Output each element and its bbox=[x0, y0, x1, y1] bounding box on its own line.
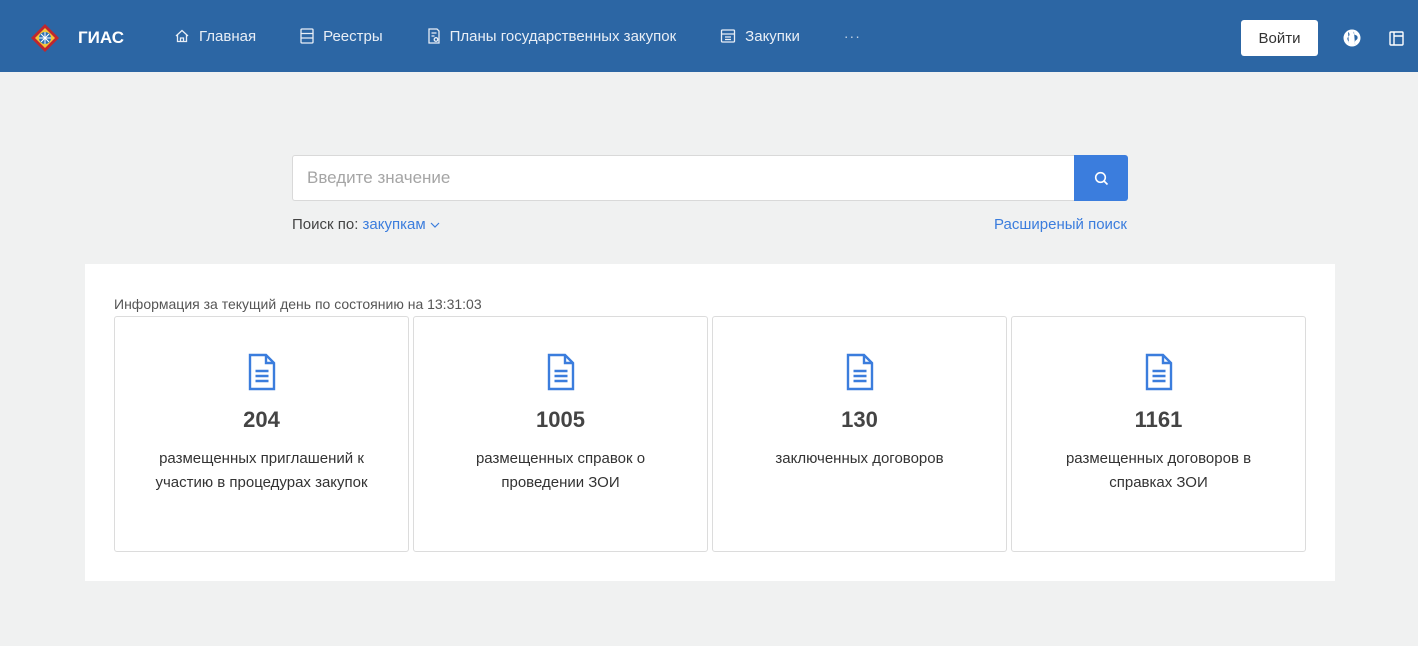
sidebar-toggle-icon[interactable] bbox=[1389, 31, 1404, 46]
search-by-label: Поиск по: bbox=[292, 216, 359, 233]
stat-count: 1161 bbox=[1134, 407, 1183, 432]
stat-count: 1005 bbox=[536, 407, 585, 432]
search-by-value: закупкам bbox=[362, 216, 426, 233]
nav-item-label: Главная bbox=[199, 27, 257, 45]
info-caption: Информация за текущий день по состоянию … bbox=[114, 296, 482, 312]
nav-item-label: Планы государственных закупок bbox=[449, 27, 677, 45]
top-header: ГИАС Главная Реестры Планы государственн… bbox=[0, 0, 1418, 72]
stat-description: размещенных приглашений к участию в проц… bbox=[155, 450, 368, 491]
globe-icon[interactable] bbox=[1343, 29, 1361, 47]
search-button[interactable] bbox=[1074, 155, 1128, 201]
nav-item-purchases[interactable]: Закупки bbox=[720, 28, 800, 45]
stat-count: 130 bbox=[841, 407, 878, 432]
nav-item-label: Закупки bbox=[745, 27, 800, 45]
stats-cards: 204 размещенных приглашений к участию в … bbox=[114, 316, 1306, 552]
home-icon bbox=[175, 29, 189, 43]
stat-description: размещенных договоров в справках ЗОИ bbox=[1065, 450, 1252, 491]
stat-description: размещенных справок о проведении ЗОИ bbox=[475, 450, 646, 491]
nav-more-button[interactable]: ··· bbox=[844, 28, 861, 44]
chevron-down-icon bbox=[430, 222, 440, 228]
cart-register-icon bbox=[721, 29, 736, 43]
document-icon bbox=[846, 353, 873, 391]
main-nav: Главная Реестры Планы государственных за… bbox=[174, 0, 861, 72]
nav-item-plans[interactable]: Планы государственных закупок bbox=[427, 27, 677, 45]
stat-card-contracts[interactable]: 130 заключенных договоров bbox=[712, 316, 1007, 552]
search-bar bbox=[292, 155, 1128, 201]
stat-description: заключенных договоров bbox=[775, 450, 944, 467]
search-by-dropdown[interactable]: закупкам bbox=[363, 216, 440, 233]
search-by: Поиск по: закупкам bbox=[292, 216, 440, 233]
search-icon bbox=[1094, 171, 1108, 185]
document-icon bbox=[547, 353, 574, 391]
list-icon bbox=[300, 28, 314, 44]
document-icon bbox=[1145, 353, 1172, 391]
login-button[interactable]: Войти bbox=[1241, 20, 1318, 56]
document-plan-icon bbox=[427, 28, 440, 44]
search-input[interactable] bbox=[292, 155, 1074, 201]
gias-logo-icon[interactable] bbox=[31, 24, 59, 52]
stat-count: 204 bbox=[243, 407, 280, 432]
nav-item-label: Реестры bbox=[323, 27, 383, 45]
stat-card-zoi-certificates[interactable]: 1005 размещенных справок о проведении ЗО… bbox=[413, 316, 708, 552]
nav-item-registers[interactable]: Реестры bbox=[300, 28, 383, 45]
document-icon bbox=[248, 353, 275, 391]
brand-title[interactable]: ГИАС bbox=[78, 28, 124, 48]
nav-item-home[interactable]: Главная bbox=[174, 28, 256, 45]
stat-card-zoi-contracts[interactable]: 1161 размещенных договоров в справках ЗО… bbox=[1011, 316, 1306, 552]
stat-card-invitations[interactable]: 204 размещенных приглашений к участию в … bbox=[114, 316, 409, 552]
daily-info-panel: Информация за текущий день по состоянию … bbox=[85, 264, 1335, 581]
advanced-search-link[interactable]: Расширеный поиск bbox=[994, 216, 1127, 233]
